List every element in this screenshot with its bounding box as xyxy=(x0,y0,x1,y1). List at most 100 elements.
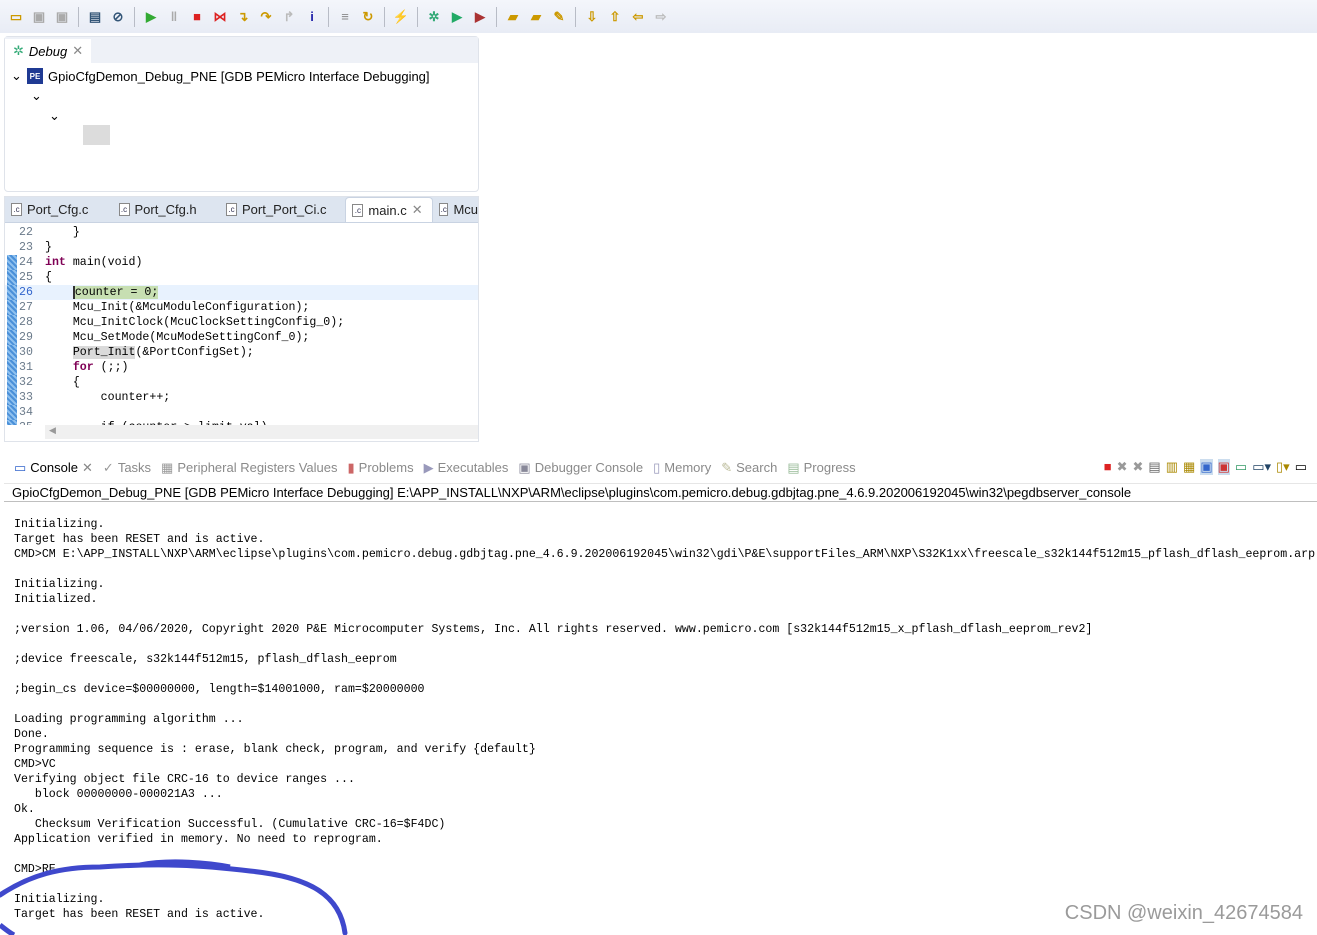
chevron-down-icon[interactable]: ⌄ xyxy=(49,108,60,124)
horizontal-scrollbar[interactable]: ◀ xyxy=(45,425,478,439)
tab-main-c[interactable]: .c main.c ✕ xyxy=(345,197,434,222)
toolbar-separator xyxy=(78,6,79,27)
word-wrap-icon[interactable]: ▦ xyxy=(1183,459,1195,475)
code-text: Mcu_Init(&McuModuleConfiguration); xyxy=(45,300,310,315)
tab-label: Mcu xyxy=(453,202,479,217)
code: Mcu_SetMode(McuModeSettingConf_0); xyxy=(45,331,310,344)
keyword: for xyxy=(72,361,94,374)
suspend-icon[interactable]: ‖ xyxy=(164,7,184,27)
code-line[interactable]: 33 counter++; xyxy=(5,390,478,405)
thread-item[interactable] xyxy=(83,125,110,145)
tab-search[interactable]: ✎ Search xyxy=(721,460,777,476)
search-icon[interactable]: ▰ xyxy=(526,7,546,27)
scroll-lock-icon[interactable]: ▥ xyxy=(1166,459,1178,475)
tab-mcu[interactable]: .c Mcu xyxy=(433,197,478,222)
new-icon[interactable]: ▭ xyxy=(6,7,26,27)
code-line[interactable]: 23} xyxy=(5,240,478,255)
tab-port-cfg-h[interactable]: .c Port_Cfg.h xyxy=(113,197,221,222)
show-on-stdout-icon[interactable]: ▣ xyxy=(1200,459,1213,475)
tab-label: Tasks xyxy=(117,460,152,475)
run-icon[interactable]: ▶ xyxy=(447,7,467,27)
line-number: 33 xyxy=(5,390,45,405)
tab-tasks[interactable]: ✓ Tasks xyxy=(103,460,151,476)
c-file-icon: .c xyxy=(226,203,237,216)
debug-session-item[interactable]: ⌄ PE GpioCfgDemon_Debug_PNE [GDB PEMicro I… xyxy=(5,66,478,86)
code-editor[interactable]: .c Port_Cfg.c .c Port_Cfg.h .c Port_Port_Ci.c… xyxy=(4,196,479,442)
code: } xyxy=(45,241,52,254)
show-on-stderr-icon[interactable]: ▣ xyxy=(1217,459,1230,475)
tab-progress[interactable]: ▤ Progress xyxy=(787,460,855,476)
line-number: 35 xyxy=(5,420,45,425)
debug-icon[interactable]: ✲ xyxy=(424,7,444,27)
prev-annotation-icon[interactable]: ⇧ xyxy=(605,7,625,27)
restart-icon[interactable]: ↻ xyxy=(358,7,378,27)
minimize-icon[interactable]: ▭ xyxy=(1295,459,1307,475)
close-icon[interactable]: ✕ xyxy=(82,460,93,476)
toolbar-separator xyxy=(328,6,329,27)
chevron-down-icon[interactable]: ⌄ xyxy=(31,88,42,104)
tab-debugger-console[interactable]: ▣ Debugger Console xyxy=(518,460,643,476)
code-line[interactable]: 25{ xyxy=(5,270,478,285)
console-icon: ▭ xyxy=(14,459,27,475)
debug-view: ✲ Debug ✕ ⌄ PE GpioCfgDemon_Debug_PNE [GDB P… xyxy=(4,36,479,192)
next-annotation-icon[interactable]: ⇩ xyxy=(582,7,602,27)
remove-all-icon[interactable]: ✖ xyxy=(1133,459,1144,475)
back-icon[interactable]: ⇦ xyxy=(628,7,648,27)
code-text: { xyxy=(45,270,52,285)
tab-executables[interactable]: ▶ Executables xyxy=(424,460,509,476)
step-return-icon[interactable]: ↱ xyxy=(279,7,299,27)
code: (;;) xyxy=(93,361,129,374)
step-over-icon[interactable]: ↷ xyxy=(256,7,276,27)
tab-label: Port_Cfg.h xyxy=(134,202,197,217)
tab-debug[interactable]: ✲ Debug ✕ xyxy=(5,39,92,63)
remove-launch-icon[interactable]: ✖ xyxy=(1117,459,1128,475)
toolbar-separator xyxy=(384,6,385,27)
code-line[interactable]: 24 int main(void) xyxy=(5,255,478,270)
tab-memory[interactable]: ▯ Memory xyxy=(653,460,711,476)
close-icon[interactable]: ✕ xyxy=(72,43,83,59)
pin-console-icon[interactable]: ▭ xyxy=(1235,459,1247,475)
code-line[interactable]: 29 Mcu_SetMode(McuModeSettingConf_0); xyxy=(5,330,478,345)
clear-console-icon[interactable]: ▤ xyxy=(1148,459,1160,475)
tab-problems[interactable]: ▮ Problems xyxy=(348,460,414,476)
code-line[interactable]: 32 { xyxy=(5,375,478,390)
use-step-filters-icon[interactable]: ≡ xyxy=(335,7,355,27)
forward-icon[interactable]: ⇨ xyxy=(651,7,671,27)
marker-icon[interactable]: ✎ xyxy=(549,7,569,27)
disconnect-icon[interactable]: ⋈ xyxy=(210,7,230,27)
open-folder-icon[interactable]: ▰ xyxy=(503,7,523,27)
chevron-down-icon[interactable]: ⌄ xyxy=(11,68,27,84)
code-line[interactable]: 27 Mcu_Init(&McuModuleConfiguration); xyxy=(5,300,478,315)
tab-port-cfg-c[interactable]: .c Port_Cfg.c xyxy=(5,197,113,222)
code-line[interactable]: 30 Port_Init(&PortConfigSet); xyxy=(5,345,478,360)
save-icon[interactable]: ▣ xyxy=(29,7,49,27)
save-all-icon[interactable]: ▣ xyxy=(52,7,72,27)
code-line[interactable]: 31 for (;;) xyxy=(5,360,478,375)
open-console-icon[interactable]: ▯▾ xyxy=(1276,459,1290,475)
line-number: 25 xyxy=(5,270,45,285)
bug-icon: ✲ xyxy=(13,43,24,58)
external-tools-icon[interactable]: ▶ xyxy=(470,7,490,27)
skip-breakpoints-icon[interactable]: ⊘ xyxy=(108,7,128,27)
terminate-icon[interactable]: ■ xyxy=(1104,459,1112,475)
code-line[interactable]: 28 Mcu_InitClock(McuClockSettingConfig_0… xyxy=(5,315,478,330)
instruction-step-icon[interactable]: i xyxy=(302,7,322,27)
code: (&PortConfigSet); xyxy=(135,346,254,359)
close-icon[interactable]: ✕ xyxy=(412,202,423,218)
tab-label: Progress xyxy=(803,460,856,475)
binary-icon[interactable]: ▤ xyxy=(85,7,105,27)
tab-port-port-ci-c[interactable]: .c Port_Port_Ci.c xyxy=(220,197,345,222)
terminate-icon[interactable]: ■ xyxy=(187,7,207,27)
code-line[interactable]: 22 } xyxy=(5,225,478,240)
resume-icon[interactable]: ▶ xyxy=(141,7,161,27)
step-into-icon[interactable]: ↴ xyxy=(233,7,253,27)
main-toolbar: ▭ ▣ ▣ ▤ ⊘ ▶ ‖ ■ ⋈ ↴ ↷ ↱ i ≡ ↻ ⚡ ✲ ▶ ▶ ▰ ▰ ✎ ⇩ ⇧ ⇦ ⇨ xyxy=(0,0,1317,33)
console-path: GpioCfgDemon_Debug_PNE [GDB PEMicro Inte… xyxy=(4,484,1317,502)
code-line[interactable]: 34 xyxy=(5,405,478,420)
lightning-icon[interactable]: ⚡ xyxy=(391,7,411,27)
tab-console[interactable]: ▭ Console ✕ xyxy=(14,460,93,476)
code-line[interactable]: 26 counter = 0; xyxy=(5,285,478,300)
display-console-icon[interactable]: ▭▾ xyxy=(1252,459,1271,475)
progress-icon: ▤ xyxy=(787,459,800,475)
tab-peripheral-registers-values[interactable]: ▦ Peripheral Registers Values xyxy=(161,460,337,476)
